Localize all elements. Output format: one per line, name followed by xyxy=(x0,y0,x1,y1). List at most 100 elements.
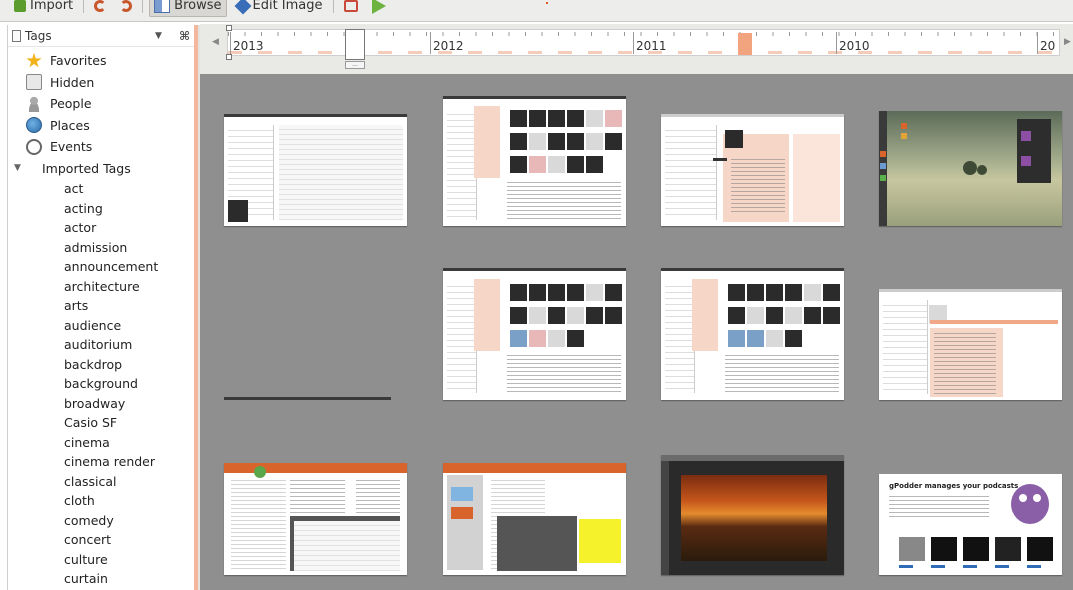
sidebar-close-icon[interactable]: ⌘ xyxy=(179,29,190,43)
photo-thumbnail[interactable] xyxy=(661,455,844,575)
thumbnail-content xyxy=(963,537,989,561)
thumbnail-content xyxy=(664,281,695,394)
tag-item[interactable]: Casio SF xyxy=(8,413,195,433)
rotate-left-icon xyxy=(94,0,107,12)
toolbar: Import Browse Edit Image xyxy=(0,0,1073,22)
sidebar-item-hidden[interactable]: Hidden xyxy=(8,72,195,94)
import-button[interactable]: Import xyxy=(10,0,77,16)
rotate-left-button[interactable] xyxy=(90,0,110,16)
thumbnail-content xyxy=(1021,156,1031,166)
tag-item[interactable]: classical xyxy=(8,472,195,492)
thumbnail-content xyxy=(785,330,802,347)
thumbnail-content xyxy=(933,333,997,395)
toolbar-separator xyxy=(83,0,85,13)
shotwell-window: Import Browse Edit Image Tags ▼ ⌘ Favori… xyxy=(0,0,1073,590)
thumbnail-content xyxy=(529,110,546,127)
timeline-start-marker[interactable] xyxy=(226,25,232,31)
tag-item[interactable]: arts xyxy=(8,296,195,316)
tag-item[interactable]: auditorium xyxy=(8,335,195,355)
thumbnail-content xyxy=(548,110,565,127)
thumbnail-content xyxy=(586,284,603,301)
tag-item[interactable]: curtain xyxy=(8,569,195,589)
browse-button[interactable]: Browse xyxy=(149,0,227,17)
timeline[interactable]: ◀ 2013 2012 2011 2010 20 ... ▶ xyxy=(200,24,1073,74)
thumbnail-content xyxy=(474,106,500,178)
tag-item[interactable]: architecture xyxy=(8,277,195,297)
thumbnail-content xyxy=(823,284,840,301)
tag-item[interactable]: broadway xyxy=(8,394,195,414)
sidebar-header: Tags ▼ ⌘ xyxy=(8,25,195,47)
sidebar-item-places[interactable]: Places xyxy=(8,115,195,137)
tag-item[interactable]: cinema xyxy=(8,433,195,453)
timeline-left-arrow-icon[interactable]: ◀ xyxy=(212,37,219,47)
thumbnail-content xyxy=(451,487,473,501)
thumbnail-content xyxy=(507,355,621,395)
tag-item[interactable]: audience xyxy=(8,316,195,336)
thumbnail-content xyxy=(728,330,745,347)
tag-item[interactable]: culture xyxy=(8,550,195,570)
photo-thumbnail[interactable] xyxy=(224,463,407,575)
thumbnail-content xyxy=(766,330,783,347)
thumbnail-content xyxy=(586,110,603,127)
sidebar-item-favorites[interactable]: Favorites xyxy=(8,50,195,72)
tag-item[interactable]: acting xyxy=(8,199,195,219)
tag-item[interactable]: actor xyxy=(8,218,195,238)
thumbnail-content xyxy=(529,307,546,324)
tag-item[interactable]: backdrop xyxy=(8,355,195,375)
thumbnail-titlebar xyxy=(443,96,626,99)
edit-image-button[interactable]: Edit Image xyxy=(233,0,327,16)
import-label: Import xyxy=(30,0,74,13)
thumbnail-content xyxy=(725,355,839,395)
thumbnail-content xyxy=(529,156,546,173)
tag-item[interactable]: background xyxy=(8,374,195,394)
tag-item[interactable]: cinema render xyxy=(8,452,195,472)
photo-thumbnail[interactable] xyxy=(879,289,1062,400)
tag-item[interactable]: cloth xyxy=(8,491,195,511)
thumbnail-content xyxy=(804,284,821,301)
timeline-selection-window[interactable] xyxy=(345,29,365,60)
thumbnail-content xyxy=(567,330,584,347)
tag-item[interactable]: comedy xyxy=(8,511,195,531)
timeline-right-arrow-icon[interactable]: ▶ xyxy=(1064,37,1071,47)
sidebar-item-label: People xyxy=(50,96,92,112)
rotate-right-button[interactable] xyxy=(116,0,136,16)
thumbnail-content xyxy=(510,330,527,347)
photo-thumbnail[interactable] xyxy=(661,114,844,226)
tag-item[interactable]: concert xyxy=(8,530,195,550)
thumbnail-content xyxy=(930,320,1059,325)
thumbnail-content xyxy=(901,123,907,129)
thumbnail-content xyxy=(1017,119,1051,183)
sidebar-dropdown-icon[interactable]: ▼ xyxy=(155,31,162,41)
fullscreen-button[interactable] xyxy=(340,0,362,16)
photo-thumbnail[interactable] xyxy=(224,114,407,226)
expander-triangle-icon[interactable]: ▼ xyxy=(14,163,28,173)
timeline-peak-bar xyxy=(738,33,752,55)
thumbnail-content xyxy=(713,158,727,161)
thumbnail-content xyxy=(785,307,802,324)
photo-thumbnail[interactable] xyxy=(443,96,626,226)
timeline-selection-handle[interactable]: ... xyxy=(345,61,365,69)
toolbar-separator xyxy=(332,0,334,13)
photo-thumbnail[interactable] xyxy=(443,463,626,575)
tag-item[interactable]: act xyxy=(8,179,195,199)
thumbnail-content xyxy=(548,284,565,301)
timeline-start-marker[interactable] xyxy=(226,54,232,60)
photo-grid: gPodder manages your podcasts xyxy=(200,74,1073,590)
tag-item[interactable]: announcement xyxy=(8,257,195,277)
photo-thumbnail[interactable] xyxy=(879,111,1062,226)
thumbnail-content xyxy=(889,496,989,520)
thumbnail-content xyxy=(548,330,565,347)
photo-thumbnail[interactable]: gPodder manages your podcasts xyxy=(879,474,1062,575)
thumbnail-content xyxy=(899,537,925,561)
thumbnail-content xyxy=(567,156,584,173)
sidebar-item-events[interactable]: Events xyxy=(8,136,195,158)
tag-item[interactable]: admission xyxy=(8,238,195,258)
thumbnail-content xyxy=(451,507,473,519)
photo-thumbnail[interactable] xyxy=(661,268,844,400)
photo-thumbnail[interactable] xyxy=(443,268,626,400)
slideshow-button[interactable] xyxy=(368,0,390,16)
photo-thumbnail[interactable] xyxy=(224,397,391,400)
sidebar-item-people[interactable]: People xyxy=(8,93,195,115)
thumbnail-content xyxy=(963,161,977,175)
sidebar-item-imported-tags[interactable]: ▼ Imported Tags xyxy=(8,158,195,180)
